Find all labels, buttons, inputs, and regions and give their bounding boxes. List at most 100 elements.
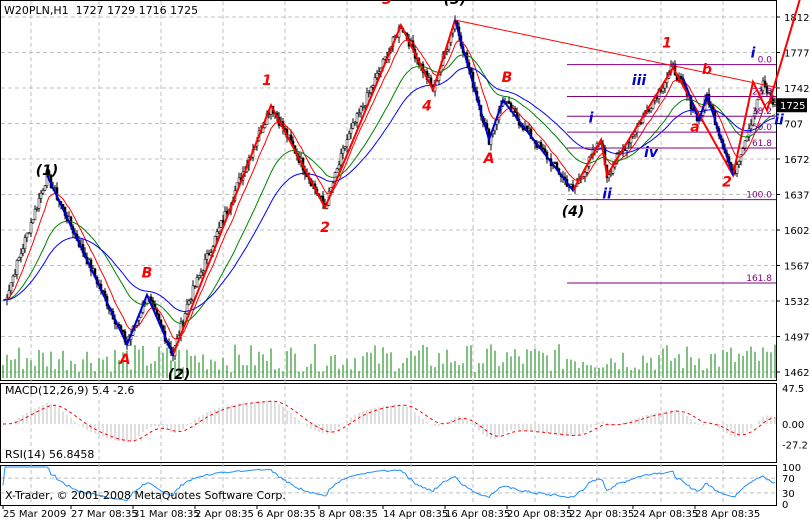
candle-body [343,146,347,149]
time-tick-label: 14 Apr 08:35 [383,509,448,520]
candle-body [187,300,191,305]
candle-body [581,176,585,178]
wave-label: (3) [444,0,467,8]
candle-body [345,139,349,148]
wave-label: 3 [382,0,392,8]
candle-body [339,153,343,166]
time-tick-label: 2 Apr 08:35 [195,509,254,520]
rsi-tick-label: 30 [782,489,795,500]
candle-body [655,97,659,100]
ohlc-label: 1727 1729 1716 1725 [75,4,199,17]
candle-body [351,122,355,129]
candle-body [361,106,365,108]
wave-label: A [483,151,495,167]
time-tick-label: 6 Apr 08:35 [257,509,316,520]
time-tick-label: 28 Apr 08:35 [695,509,760,520]
price-tick-label: 1637 [784,191,809,202]
candle-body [237,177,241,184]
candle-body [357,112,361,115]
candle-body [367,92,371,94]
fib-level-label: 100.0 [746,191,772,201]
chart-window[interactable]: 25 Mar 2009 27 Mar 08:35 31 Mar 08:35 2 Apr… [0,0,811,521]
candle-body [359,106,363,114]
candle-body [349,128,353,134]
candle-body [627,142,631,145]
price-tick-label: 707 [784,120,803,131]
candle-body [41,190,45,194]
symbol-label: W20PLN,H1 [4,4,69,17]
candle-body [221,220,225,223]
candle-body [505,101,509,103]
candle-body [337,164,341,170]
rsi-tick-label: 0 [782,500,788,511]
wave-label: B [142,266,153,282]
fib-level-label: 23.6 [752,88,772,98]
candle-body [197,275,201,278]
time-tick-label: 24 Apr 08:35 [633,509,698,520]
time-tick-label: 31 Mar 08:35 [133,509,200,520]
red-wave-zigzag [172,19,456,356]
candle-body [583,172,587,177]
blue-wave-zigzag [46,174,174,356]
price-tick-label: 1567 [784,262,809,273]
candle-body [193,285,197,288]
wave-label: 1 [662,35,672,51]
candle-body [607,174,611,179]
wave-label: A [119,352,131,368]
candle-body [13,274,17,277]
wave-label: a [690,120,699,136]
candle-body [335,168,339,173]
price-tick-label: 1497 [784,333,809,344]
wave-label: ii [774,113,784,129]
candle-body [369,86,373,93]
candle-body [31,219,35,224]
candle-body [219,220,223,228]
candle-body [263,124,267,128]
wave-label: 4 [421,98,432,114]
candle-body [541,147,545,150]
wave-label: 2 [722,174,732,190]
candle-body [609,173,613,175]
candle-body [745,136,749,142]
candle-body [201,270,205,273]
candle-body [773,102,777,105]
candle-body [35,208,39,210]
wave-label: iii [632,73,647,89]
candle-body [383,56,387,60]
wave-label: 1 [262,73,272,89]
macd-tick-label: -27.2 [782,441,808,452]
wave-label: (2) [168,367,191,383]
candle-body [527,128,531,131]
candle-body [507,101,511,104]
candle-body [661,87,665,92]
candle-body [679,76,683,80]
candle-body [27,232,31,235]
candle-body [11,275,15,283]
candle-body [191,285,195,300]
chart-header: W20PLN,H1 1727 1729 1716 1725 [4,4,198,17]
candle-body [623,148,627,151]
candle-body [735,164,739,174]
candle-body [33,208,37,220]
price-tick-label: 1672 [784,155,809,166]
candle-body [217,227,221,232]
macd-tick-label: 0.00 [782,420,804,431]
candle-body [37,198,41,209]
candle-body [375,72,379,79]
candle-body [121,330,125,332]
wave-label: iv [644,145,659,161]
rsi-label: RSI(14) 56.8458 [5,448,95,461]
candle-body [347,133,351,141]
wave-label: i [589,110,594,126]
price-tick-label: 1602 [784,226,809,237]
wave-label: (1) [36,163,59,179]
chart-canvas[interactable]: 25 Mar 2009 27 Mar 08:3531 Mar 08:352 Apr… [0,0,811,521]
candle-body [25,232,29,238]
time-tick-label: 20 Apr 08:35 [507,509,572,520]
macd-label: MACD(12,26,9) 5.4 -2.6 [5,384,135,397]
candle-body [195,277,199,287]
current-price-label: 1725 [780,101,805,112]
wave-label: ii [602,187,612,203]
macd-tick-label: 47.5 [782,384,804,395]
wave-label: (4) [562,204,585,220]
